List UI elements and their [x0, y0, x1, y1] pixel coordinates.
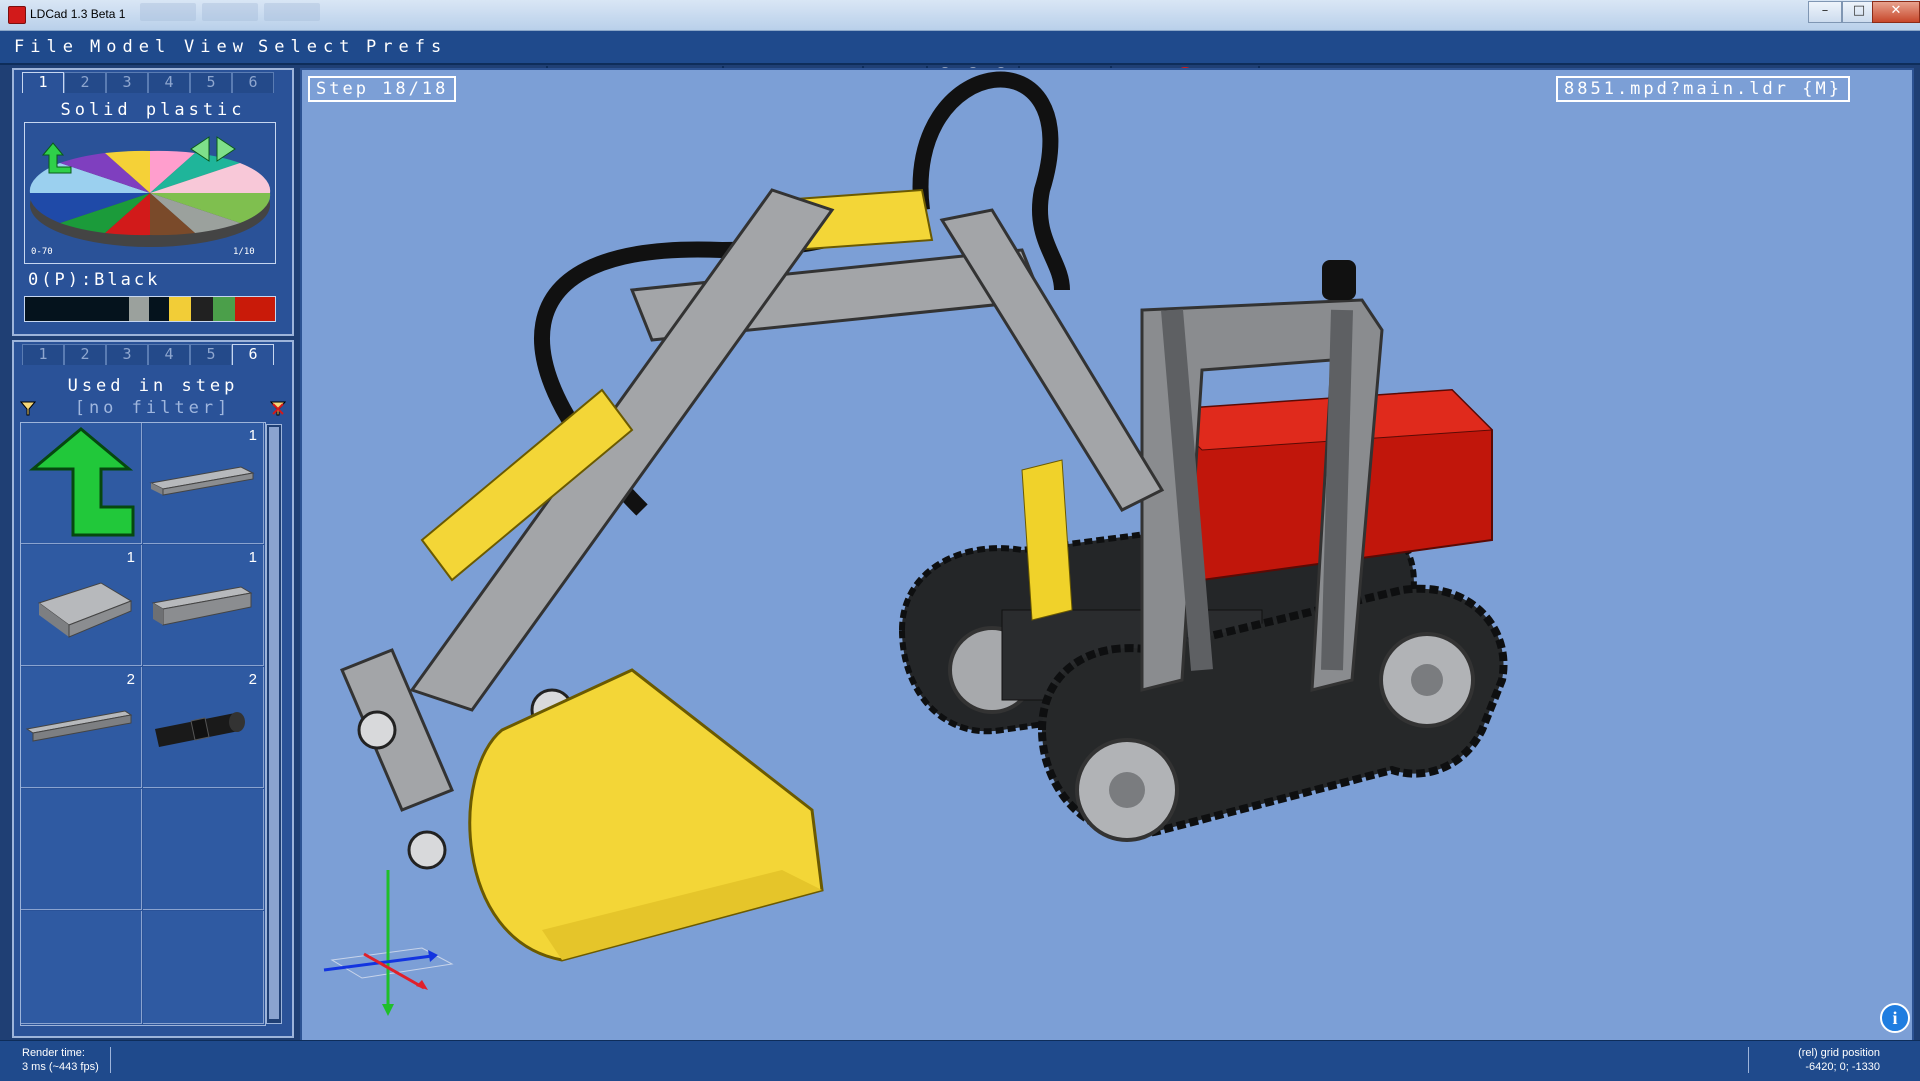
part-count: 2 [126, 671, 135, 688]
part-count: 1 [248, 549, 257, 566]
color-bin-tabs: 1 2 3 4 5 6 [22, 72, 274, 93]
render-time: Render time: 3 ms (~443 fps) [22, 1046, 99, 1074]
part-count: 1 [126, 549, 135, 566]
parts-grid: 1 1 1 2 2 [20, 422, 266, 1026]
technic-brick-icon [151, 586, 253, 626]
recent-colors [24, 296, 276, 322]
color-page-label: 1/10 [233, 247, 255, 257]
color-swatch[interactable] [191, 297, 213, 321]
color-swatch[interactable] [169, 297, 191, 321]
status-separator [1748, 1047, 1749, 1073]
menu-view[interactable]: View [184, 37, 249, 57]
parts-bin-title: Used in step [67, 376, 239, 396]
part-count: 1 [248, 427, 257, 444]
axis-gizmo [323, 870, 454, 1016]
maximize-button[interactable]: □ [1842, 1, 1876, 23]
parts-bin-tabs: 1 2 3 4 5 6 [22, 344, 274, 365]
color-wheel-graphic [29, 136, 271, 247]
parts-tab-5[interactable]: 5 [190, 344, 232, 365]
model-viewport[interactable]: Step 18/18 8851.mpd?main.ldr {M} [300, 68, 1914, 1044]
part-cell-empty [143, 789, 264, 910]
grid-position-label: (rel) grid position [1798, 1047, 1880, 1059]
menu-bar: File Model View Select Prefs ↺ ↻ ✂ R ✥ [0, 31, 1920, 90]
grid-position: (rel) grid position -6420; 0; -1330 [1790, 1046, 1880, 1074]
parts-tab-3[interactable]: 3 [106, 344, 148, 365]
app-logo-icon [8, 6, 26, 24]
color-bin-title: Solid plastic [60, 100, 246, 120]
color-swatch[interactable] [213, 297, 235, 321]
parts-tab-6[interactable]: 6 [232, 344, 274, 365]
part-cell-up-arrow[interactable] [21, 423, 142, 544]
clear-filter-icon[interactable] [269, 400, 287, 421]
part-cell-empty [143, 911, 264, 1024]
color-tab-2[interactable]: 2 [64, 72, 106, 93]
parts-tab-1[interactable]: 1 [22, 344, 64, 365]
window-title: LDCad 1.3 Beta 1 [30, 7, 126, 21]
part-cell-plate-4x4[interactable]: 1 [21, 545, 142, 666]
color-tab-1[interactable]: 1 [22, 72, 64, 93]
color-bin-panel: 1 2 3 4 5 6 Solid plastic 0-70 1/10 0(P)… [12, 68, 294, 336]
color-tab-4[interactable]: 4 [148, 72, 190, 93]
color-range-label: 0-70 [31, 247, 53, 257]
part-cell-technic-plate[interactable]: 1 [143, 423, 264, 544]
technic-pin-icon [155, 712, 245, 747]
render-time-label: Render time: [22, 1047, 85, 1059]
menu-prefs[interactable]: Prefs [366, 37, 447, 57]
minimize-button[interactable]: – [1808, 1, 1842, 23]
filter-text: [no filter] [74, 398, 232, 418]
color-tab-5[interactable]: 5 [190, 72, 232, 93]
part-cell-empty [21, 789, 142, 910]
color-swatch[interactable] [25, 297, 129, 321]
info-icon[interactable]: i [1880, 1003, 1910, 1033]
part-cell-technic-brick[interactable]: 1 [143, 545, 264, 666]
color-swatch[interactable] [235, 297, 275, 321]
part-count: 2 [248, 671, 257, 688]
technic-beam-icon [25, 710, 133, 742]
current-color-name: 0(P):Black [28, 270, 161, 290]
close-button[interactable]: ✕ [1872, 1, 1920, 23]
grid-position-value: -6420; 0; -1330 [1805, 1061, 1880, 1073]
up-arrow-icon [28, 427, 135, 537]
color-tab-6[interactable]: 6 [232, 72, 274, 93]
plate-icon [37, 582, 133, 638]
parts-scrollbar[interactable] [266, 424, 282, 1024]
color-swatch[interactable] [129, 297, 149, 321]
excavator-model [340, 71, 1508, 962]
parts-tab-4[interactable]: 4 [148, 344, 190, 365]
menu-file[interactable]: File [14, 37, 79, 57]
color-wheel[interactable]: 0-70 1/10 [24, 122, 276, 264]
filter-icon[interactable] [19, 400, 37, 421]
menu-model[interactable]: Model [90, 37, 171, 57]
parts-tab-2[interactable]: 2 [64, 344, 106, 365]
part-cell-technic-pin[interactable]: 2 [143, 667, 264, 788]
parts-bin-panel: 1 2 3 4 5 6 Used in step [no filter] 1 1… [12, 340, 294, 1038]
status-bar: Render time: 3 ms (~443 fps) (rel) grid … [0, 1040, 1920, 1081]
render-time-value: 3 ms (~443 fps) [22, 1061, 99, 1073]
title-bar: LDCad 1.3 Beta 1 – □ ✕ [0, 0, 1920, 31]
part-cell-technic-beam[interactable]: 2 [21, 667, 142, 788]
background-taskbar [140, 3, 400, 21]
color-tab-3[interactable]: 3 [106, 72, 148, 93]
status-separator [110, 1047, 111, 1073]
part-cell-empty [21, 911, 142, 1024]
filter-bar[interactable]: [no filter] [14, 398, 292, 420]
color-swatch[interactable] [149, 297, 169, 321]
menu-select[interactable]: Select [258, 37, 355, 57]
scrollbar-thumb[interactable] [269, 427, 279, 1019]
technic-plate-icon [149, 466, 255, 496]
